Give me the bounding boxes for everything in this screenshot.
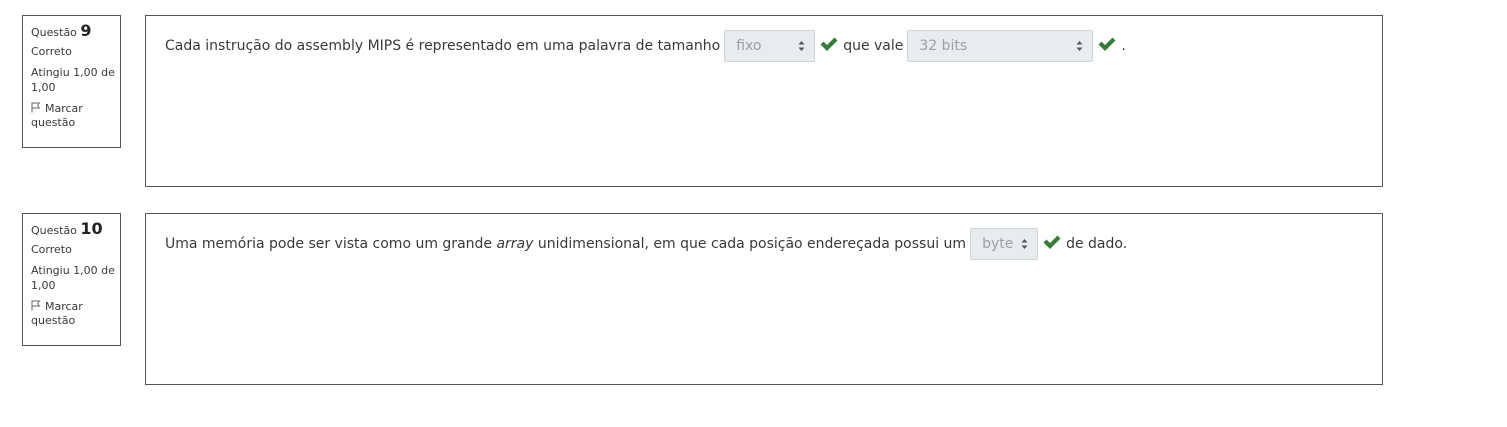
question-content: Uma memória pode ser vista como um grand… bbox=[145, 213, 1383, 385]
select-value: byte bbox=[982, 236, 1014, 252]
question-text: Cada instrução do assembly MIPS é repres… bbox=[165, 30, 1126, 63]
question-content: Cada instrução do assembly MIPS é repres… bbox=[145, 15, 1383, 187]
question-text-before-2: unidimensional, em que cada posição ende… bbox=[533, 236, 967, 252]
updown-arrows-icon bbox=[1021, 239, 1028, 249]
updown-arrows-icon bbox=[798, 41, 805, 51]
question-grade: Atingiu 1,00 de 1,00 bbox=[31, 264, 115, 292]
question-text-middle: que vale bbox=[843, 38, 904, 54]
check-icon bbox=[1098, 37, 1116, 51]
question-number-value: 9 bbox=[80, 21, 92, 40]
question-text-italic: array bbox=[496, 236, 534, 252]
question-info: Questão 9 Correto Atingiu 1,00 de 1,00 M… bbox=[22, 15, 121, 148]
question-state: Correto bbox=[31, 45, 72, 58]
flag-question-link[interactable]: Marcar questão bbox=[31, 102, 116, 130]
question-text-before: Cada instrução do assembly MIPS é repres… bbox=[165, 38, 721, 54]
question-state: Correto bbox=[31, 243, 72, 256]
question-text-after: de dado. bbox=[1066, 236, 1128, 252]
select-value: fixo bbox=[736, 38, 762, 54]
flag-icon bbox=[31, 300, 41, 311]
answer-select-value[interactable]: 32 bits bbox=[907, 30, 1094, 62]
flag-question-link[interactable]: Marcar questão bbox=[31, 300, 116, 328]
flag-icon bbox=[31, 102, 41, 113]
question-number-value: 10 bbox=[80, 219, 103, 238]
select-value: 32 bits bbox=[919, 38, 968, 54]
question-text-after: . bbox=[1121, 38, 1126, 54]
check-icon bbox=[820, 37, 838, 51]
question-text-before: Uma memória pode ser vista como um grand… bbox=[165, 236, 497, 252]
question-label: Questão bbox=[31, 26, 77, 39]
question-label: Questão bbox=[31, 224, 77, 237]
question-number: Questão 10 bbox=[31, 221, 116, 238]
check-icon bbox=[1043, 235, 1061, 249]
answer-select-unit[interactable]: byte bbox=[970, 228, 1039, 260]
question-grade: Atingiu 1,00 de 1,00 bbox=[31, 66, 115, 94]
answer-select-size[interactable]: fixo bbox=[724, 30, 816, 62]
updown-arrows-icon bbox=[1076, 41, 1083, 51]
question-text: Uma memória pode ser vista como um grand… bbox=[165, 228, 1127, 261]
question-number: Questão 9 bbox=[31, 23, 116, 40]
question-info: Questão 10 Correto Atingiu 1,00 de 1,00 … bbox=[22, 213, 121, 346]
